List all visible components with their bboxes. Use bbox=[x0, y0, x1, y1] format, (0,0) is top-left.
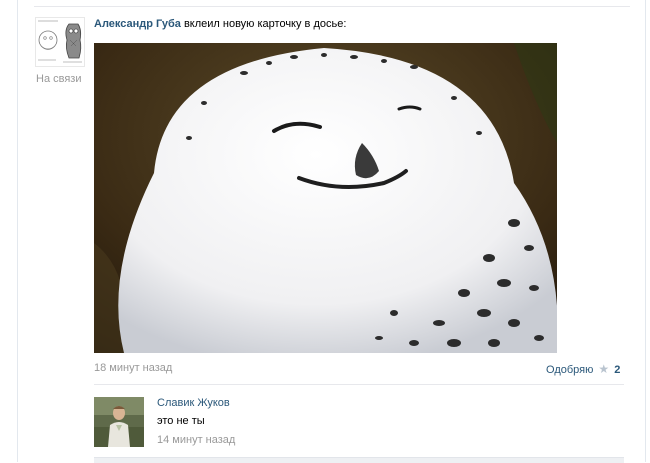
post-timestamp[interactable]: 18 минут назад bbox=[94, 362, 172, 374]
star-icon[interactable]: ★ bbox=[598, 362, 609, 376]
comment-author-link[interactable]: Славик Жуков bbox=[157, 397, 230, 409]
like-count[interactable]: 2 bbox=[614, 364, 620, 376]
snowy-owl-image bbox=[94, 43, 557, 353]
online-status: На связи bbox=[36, 73, 82, 85]
post-author-link[interactable]: Александр Губа bbox=[94, 18, 181, 30]
reply-field[interactable] bbox=[94, 457, 624, 463]
comment-author-avatar[interactable] bbox=[94, 397, 144, 447]
right-border bbox=[645, 0, 646, 462]
comment-timestamp[interactable]: 14 минут назад bbox=[157, 434, 235, 446]
post-action-text: вклеил новую карточку в досье: bbox=[183, 18, 347, 30]
person-photo bbox=[94, 397, 144, 447]
post-header: Александр Губа вклеил новую карточку в д… bbox=[94, 18, 346, 30]
comment-text: это не ты bbox=[157, 415, 205, 427]
owl-sketch-image bbox=[36, 18, 84, 66]
like-button[interactable]: Одобряю bbox=[546, 364, 593, 376]
left-border bbox=[17, 0, 18, 462]
author-avatar[interactable] bbox=[35, 17, 85, 67]
comment-divider bbox=[94, 384, 624, 385]
post-photo[interactable] bbox=[94, 43, 557, 353]
top-divider bbox=[34, 6, 630, 7]
like-group[interactable]: Одобряю ★ 2 bbox=[546, 362, 620, 376]
